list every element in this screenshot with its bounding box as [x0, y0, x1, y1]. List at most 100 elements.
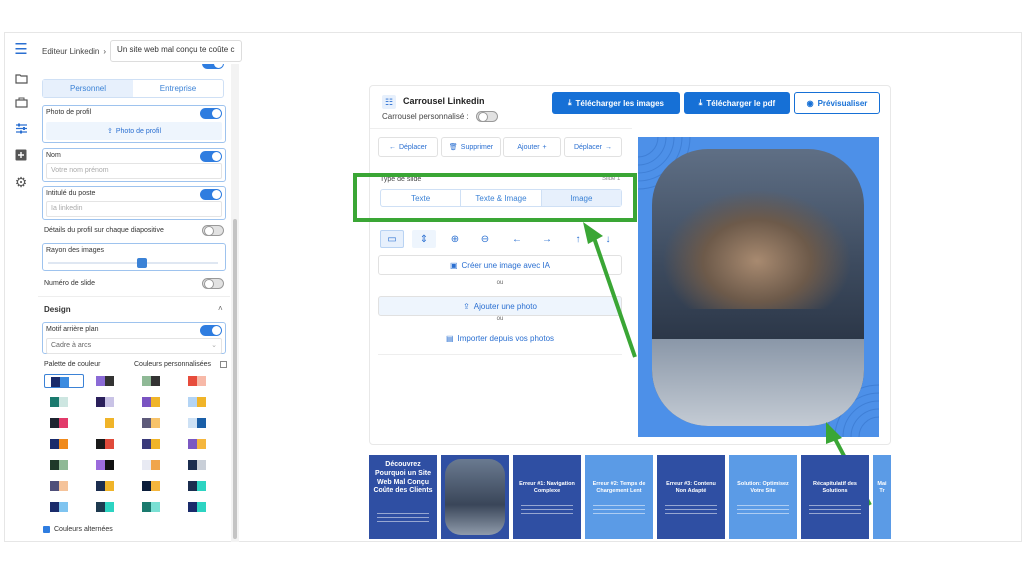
zoom-out-icon[interactable]: ⊖: [473, 230, 497, 248]
preview-button[interactable]: ◉ Prévisualiser: [794, 92, 880, 114]
rayon-slider-thumb[interactable]: [136, 258, 147, 268]
breadcrumb[interactable]: Editeur Linkedin: [38, 47, 103, 56]
menu-icon[interactable]: ☰: [14, 42, 28, 57]
create-ai-image-button[interactable]: ▣ Créer une image avec IA: [378, 255, 622, 275]
thumbnail-text-line: [665, 505, 717, 506]
poste-toggle[interactable]: [200, 189, 222, 200]
vertical-center-icon[interactable]: ⇕: [412, 230, 436, 248]
arrow-right-icon[interactable]: →: [535, 230, 559, 248]
nom-input[interactable]: Votre nom prénom: [46, 163, 222, 179]
palette-swatch[interactable]: [136, 479, 176, 493]
palette-swatch[interactable]: [182, 500, 222, 514]
add-photo-button[interactable]: ⇪ Ajouter une photo: [378, 296, 622, 316]
poste-input[interactable]: Ia linkedin: [46, 201, 222, 217]
add-photo-label: Ajouter une photo: [473, 301, 537, 311]
thumbnail-slide[interactable]: Erreur #3: Contenu Non Adapté: [657, 455, 725, 539]
palette-swatch[interactable]: [44, 500, 84, 514]
motif-toggle[interactable]: [200, 325, 222, 336]
palette-swatch[interactable]: [44, 437, 84, 451]
palette-swatch[interactable]: [90, 395, 130, 409]
thumbnail-slide[interactable]: Mai Tr: [873, 455, 891, 539]
toggle-hidden-top[interactable]: [202, 64, 224, 69]
palette-swatch[interactable]: [182, 395, 222, 409]
palette-swatch[interactable]: [136, 458, 176, 472]
title-input[interactable]: Un site web mal conçu te coûte c: [110, 40, 243, 62]
nom-toggle[interactable]: [200, 151, 222, 162]
seg-personnel[interactable]: Personnel: [43, 80, 133, 97]
tab-image[interactable]: Image: [541, 190, 621, 206]
palette-swatch[interactable]: [44, 479, 84, 493]
palette-label: Palette de couleur: [44, 361, 101, 368]
palette-swatch[interactable]: [90, 500, 130, 514]
import-photos-button[interactable]: ▤ Importer depuis vos photos: [378, 328, 622, 348]
briefcase-icon[interactable]: [14, 97, 28, 111]
palette-swatch[interactable]: [136, 395, 176, 409]
tab-texte-image[interactable]: Texte & Image: [460, 190, 542, 206]
palette-swatch[interactable]: [136, 437, 176, 451]
photo-upload-button[interactable]: ⇪ Photo de profil: [46, 122, 222, 140]
palette-swatch[interactable]: [136, 416, 176, 430]
upload-icon: ⇪: [106, 128, 113, 135]
palette-swatch[interactable]: [90, 458, 130, 472]
arrow-down-icon[interactable]: ↓: [596, 230, 620, 248]
sidebar-scrollbar[interactable]: [231, 64, 239, 542]
palette-swatch[interactable]: [90, 374, 130, 388]
add-square-icon[interactable]: [14, 149, 28, 163]
delete-button[interactable]: 🗑 Supprimer: [441, 137, 501, 157]
perso-checkbox[interactable]: [220, 361, 227, 368]
palette-swatch[interactable]: [90, 479, 130, 493]
download-images-button[interactable]: ⤓ Télécharger les images: [552, 92, 680, 114]
move-right-label: Déplacer: [573, 143, 602, 151]
zoom-in-icon[interactable]: ⊕: [443, 230, 467, 248]
rayon-slider-track[interactable]: [48, 258, 218, 268]
palette-swatch[interactable]: [182, 458, 222, 472]
thumbnail-slide[interactable]: Erreur #1: Navigation Complexe: [513, 455, 581, 539]
thumbnail-slide[interactable]: Erreur #2: Temps de Chargement Lent: [585, 455, 653, 539]
design-title: Design: [44, 305, 71, 314]
scrollbar-thumb[interactable]: [233, 219, 237, 539]
motif-select[interactable]: Cadre à arcs ⌄: [46, 338, 222, 354]
carousel-perso-toggle[interactable]: [476, 111, 498, 122]
arrow-left-icon[interactable]: ←: [505, 230, 529, 248]
motif-label: Motif arrière plan: [46, 326, 99, 333]
palette-swatch[interactable]: [90, 437, 130, 451]
alternees-checkbox[interactable]: [43, 526, 50, 533]
palette-swatch[interactable]: [136, 500, 176, 514]
folder-icon[interactable]: [14, 73, 28, 87]
eye-icon: ◉: [806, 98, 814, 108]
move-right-button[interactable]: Déplacer →: [564, 137, 622, 157]
palette-swatch[interactable]: [44, 458, 84, 472]
image-fit-icon[interactable]: ▭: [380, 230, 404, 248]
palette-swatch[interactable]: [44, 374, 84, 388]
seg-entreprise[interactable]: Entreprise: [133, 80, 223, 97]
palette-swatch[interactable]: [182, 479, 222, 493]
thumbnail-slide[interactable]: Solution: Optimisez Votre Site: [729, 455, 797, 539]
thumbnail-slide[interactable]: Récapitulatif des Solutions: [801, 455, 869, 539]
divider: [378, 354, 622, 355]
thumbnail-slide[interactable]: [441, 455, 509, 539]
sliders-icon[interactable]: [14, 123, 28, 137]
palette-swatch[interactable]: [136, 374, 176, 388]
arrow-up-icon[interactable]: ↑: [566, 230, 590, 248]
palette-swatch[interactable]: [44, 395, 84, 409]
photo-toggle[interactable]: [200, 108, 222, 119]
palette-swatch[interactable]: [182, 374, 222, 388]
gear-icon[interactable]: ⚙: [14, 175, 28, 189]
palette-swatch[interactable]: [182, 437, 222, 451]
tab-texte[interactable]: Texte: [381, 190, 460, 206]
add-button[interactable]: Ajouter +: [503, 137, 561, 157]
palette-swatch[interactable]: [90, 416, 130, 430]
poste-label: Intitulé du poste: [46, 190, 96, 197]
slide-preview[interactable]: [638, 137, 879, 437]
nom-label: Nom: [46, 152, 61, 159]
numero-toggle[interactable]: [202, 278, 224, 289]
palette-swatch[interactable]: [182, 416, 222, 430]
move-left-button[interactable]: ← Déplacer: [378, 137, 438, 157]
palette-swatch[interactable]: [44, 416, 84, 430]
thumbnail-text-line: [521, 505, 573, 506]
download-pdf-button[interactable]: ⤓ Télécharger le pdf: [684, 92, 790, 114]
thumbnail-slide[interactable]: Découvrez Pourquoi un Site Web Mal Conçu…: [369, 455, 437, 539]
details-toggle[interactable]: [202, 225, 224, 236]
thumbnail-text-line: [593, 505, 645, 506]
chevron-up-icon[interactable]: ˄: [218, 304, 223, 313]
